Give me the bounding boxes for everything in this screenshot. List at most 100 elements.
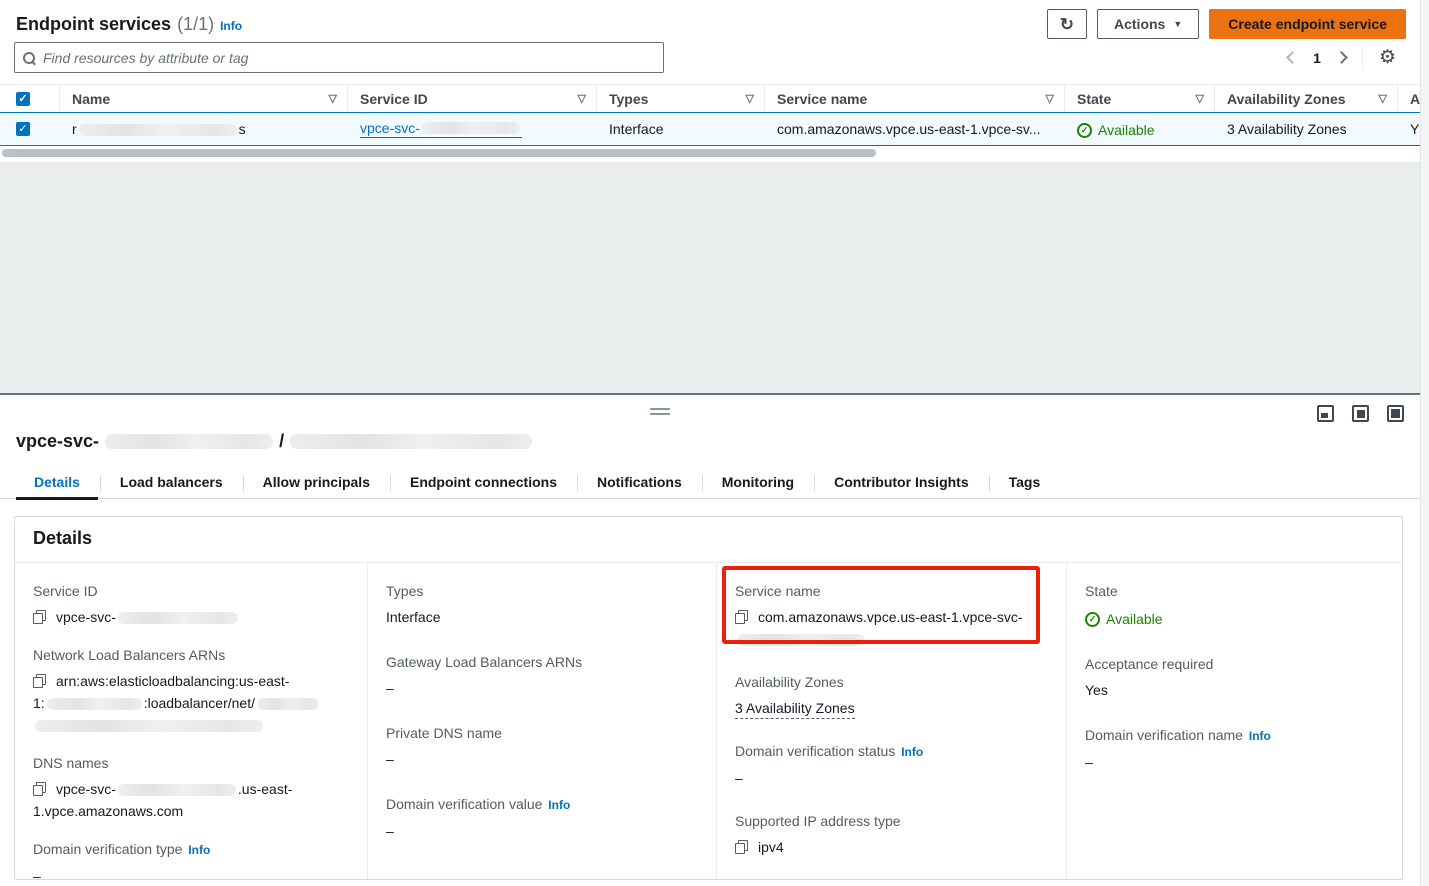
tab-load-balancers[interactable]: Load balancers xyxy=(100,468,243,498)
search-input[interactable] xyxy=(41,49,655,67)
endpoint-services-panel: Endpoint services (1/1) Info ↻ Actions ▼… xyxy=(0,0,1420,162)
page-title: Endpoint services (1/1) Info xyxy=(16,14,242,35)
redacted-text xyxy=(257,698,319,710)
cell-service-id: vpce-svc- xyxy=(348,120,597,138)
info-link[interactable]: Info xyxy=(901,745,923,759)
tab-monitoring[interactable]: Monitoring xyxy=(702,468,814,498)
panel-position-fullscreen-icon[interactable] xyxy=(1387,405,1404,422)
select-all-checkbox[interactable]: ✓ xyxy=(16,92,30,106)
tab-bar: Details Load balancers Allow principals … xyxy=(0,468,1420,499)
page-title-text: Endpoint services xyxy=(16,14,171,35)
details-column-2: Types Interface Gateway Load Balancers A… xyxy=(368,563,717,879)
tab-notifications[interactable]: Notifications xyxy=(577,468,702,498)
redacted-text xyxy=(737,634,865,646)
horizontal-scrollbar[interactable] xyxy=(2,149,876,157)
availability-zones-link[interactable]: 3 Availability Zones xyxy=(735,700,855,719)
tab-details[interactable]: Details xyxy=(14,468,100,498)
check-circle-icon: ✓ xyxy=(1085,612,1100,627)
sort-icon[interactable]: ▽ xyxy=(1379,92,1387,105)
tab-tags[interactable]: Tags xyxy=(989,468,1061,498)
field-availability-zones: Availability Zones 3 Availability Zones xyxy=(735,672,1050,719)
field-domain-verification-type: Domain verification type Info – xyxy=(33,839,351,879)
service-id-link[interactable]: vpce-svc- xyxy=(360,120,522,138)
panel-position-side-icon[interactable] xyxy=(1352,405,1369,422)
info-link[interactable]: Info xyxy=(188,843,210,857)
field-domain-verification-name: Domain verification name Info – xyxy=(1085,725,1387,773)
redacted-text xyxy=(47,698,142,710)
column-header-service-id[interactable]: Service ID ▽ xyxy=(348,85,597,112)
row-select-cell: ✓ xyxy=(0,122,60,136)
row-checkbox[interactable]: ✓ xyxy=(16,122,30,136)
redacted-text xyxy=(290,434,532,449)
copy-icon[interactable] xyxy=(33,782,46,796)
cell-availability-zones: 3 Availability Zones xyxy=(1215,121,1398,137)
sort-icon[interactable]: ▽ xyxy=(1046,92,1054,105)
sort-icon[interactable]: ▽ xyxy=(746,92,754,105)
field-supported-ip: Supported IP address type ipv4 xyxy=(735,811,1050,858)
tab-allow-principals[interactable]: Allow principals xyxy=(243,468,390,498)
info-link[interactable]: Info xyxy=(548,798,570,812)
details-card: Details Service ID vpce-svc- Network Loa… xyxy=(14,516,1403,880)
create-endpoint-service-button[interactable]: Create endpoint service xyxy=(1209,9,1406,39)
column-header-state[interactable]: State ▽ xyxy=(1065,85,1215,112)
column-header-availability-zones[interactable]: Availability Zones ▽ xyxy=(1215,85,1398,112)
panel-position-bottom-icon[interactable] xyxy=(1317,405,1334,422)
split-panel-resize-handle[interactable] xyxy=(650,408,670,418)
column-header-service-name[interactable]: Service name ▽ xyxy=(765,85,1065,112)
info-link[interactable]: Info xyxy=(220,19,242,33)
redacted-text xyxy=(105,434,273,449)
field-domain-verification-value: Domain verification value Info – xyxy=(386,794,700,842)
column-header-partial[interactable]: A xyxy=(1398,85,1420,112)
details-column-1: Service ID vpce-svc- Network Load Balanc… xyxy=(15,563,368,879)
details-column-3: Service name com.amazonaws.vpce.us-east-… xyxy=(717,563,1067,879)
cell-state: ✓ Available xyxy=(1065,120,1215,139)
gear-icon[interactable]: ⚙ xyxy=(1379,48,1396,67)
cell-name: rs xyxy=(60,121,348,137)
field-domain-verification-status: Domain verification status Info – xyxy=(735,741,1050,789)
column-header-name[interactable]: Name ▽ xyxy=(60,85,348,112)
refresh-icon: ↻ xyxy=(1060,16,1074,33)
check-circle-icon: ✓ xyxy=(1077,123,1092,138)
field-state: State ✓ Available xyxy=(1085,581,1387,630)
page-number[interactable]: 1 xyxy=(1313,50,1321,66)
select-all-cell: ✓ xyxy=(0,85,60,112)
redacted-text xyxy=(422,122,520,134)
table-row[interactable]: ✓ rs vpce-svc- Interface com.amazonaws.v… xyxy=(0,112,1420,146)
tab-endpoint-connections[interactable]: Endpoint connections xyxy=(390,468,577,498)
resource-counter: (1/1) xyxy=(177,14,214,35)
table-header: ✓ Name ▽ Service ID ▽ Types ▽ Service na… xyxy=(0,84,1420,112)
field-private-dns-name: Private DNS name – xyxy=(386,723,700,770)
field-service-id: Service ID vpce-svc- xyxy=(33,581,351,628)
copy-icon[interactable] xyxy=(735,840,748,854)
copy-icon[interactable] xyxy=(735,610,748,624)
divider xyxy=(1362,47,1363,69)
cell-types: Interface xyxy=(597,121,765,137)
column-header-types[interactable]: Types ▽ xyxy=(597,85,765,112)
tab-contributor-insights[interactable]: Contributor Insights xyxy=(814,468,989,498)
copy-icon[interactable] xyxy=(33,674,46,688)
next-page-icon[interactable] xyxy=(1335,51,1348,64)
sort-icon[interactable]: ▽ xyxy=(578,92,586,105)
panel-header: Endpoint services (1/1) Info ↻ Actions ▼… xyxy=(16,8,1406,40)
vertical-scrollbar[interactable] xyxy=(1420,0,1429,886)
redacted-text xyxy=(118,612,238,624)
split-panel-position-controls xyxy=(1317,405,1404,422)
sort-icon[interactable]: ▽ xyxy=(329,92,337,105)
header-actions: ↻ Actions ▼ Create endpoint service xyxy=(1047,9,1406,39)
caret-down-icon: ▼ xyxy=(1173,19,1182,29)
state-badge: ✓ Available xyxy=(1085,608,1163,630)
split-panel: vpce-svc- / Details Load balancers Allow… xyxy=(0,393,1420,886)
details-card-body: Service ID vpce-svc- Network Load Balanc… xyxy=(15,563,1402,879)
sort-icon[interactable]: ▽ xyxy=(1196,92,1204,105)
info-link[interactable]: Info xyxy=(1249,729,1271,743)
redacted-text xyxy=(35,720,263,732)
pagination: 1 ⚙ xyxy=(1288,47,1396,69)
search-box[interactable] xyxy=(14,42,664,73)
actions-button[interactable]: Actions ▼ xyxy=(1097,9,1199,39)
redacted-text xyxy=(118,784,236,796)
copy-icon[interactable] xyxy=(33,610,46,624)
details-column-4: State ✓ Available Acceptance required Ye… xyxy=(1067,563,1402,879)
previous-page-icon[interactable] xyxy=(1286,51,1299,64)
refresh-button[interactable]: ↻ xyxy=(1047,9,1087,39)
availability-zones-link[interactable]: 3 Availability Zones xyxy=(1227,121,1347,137)
